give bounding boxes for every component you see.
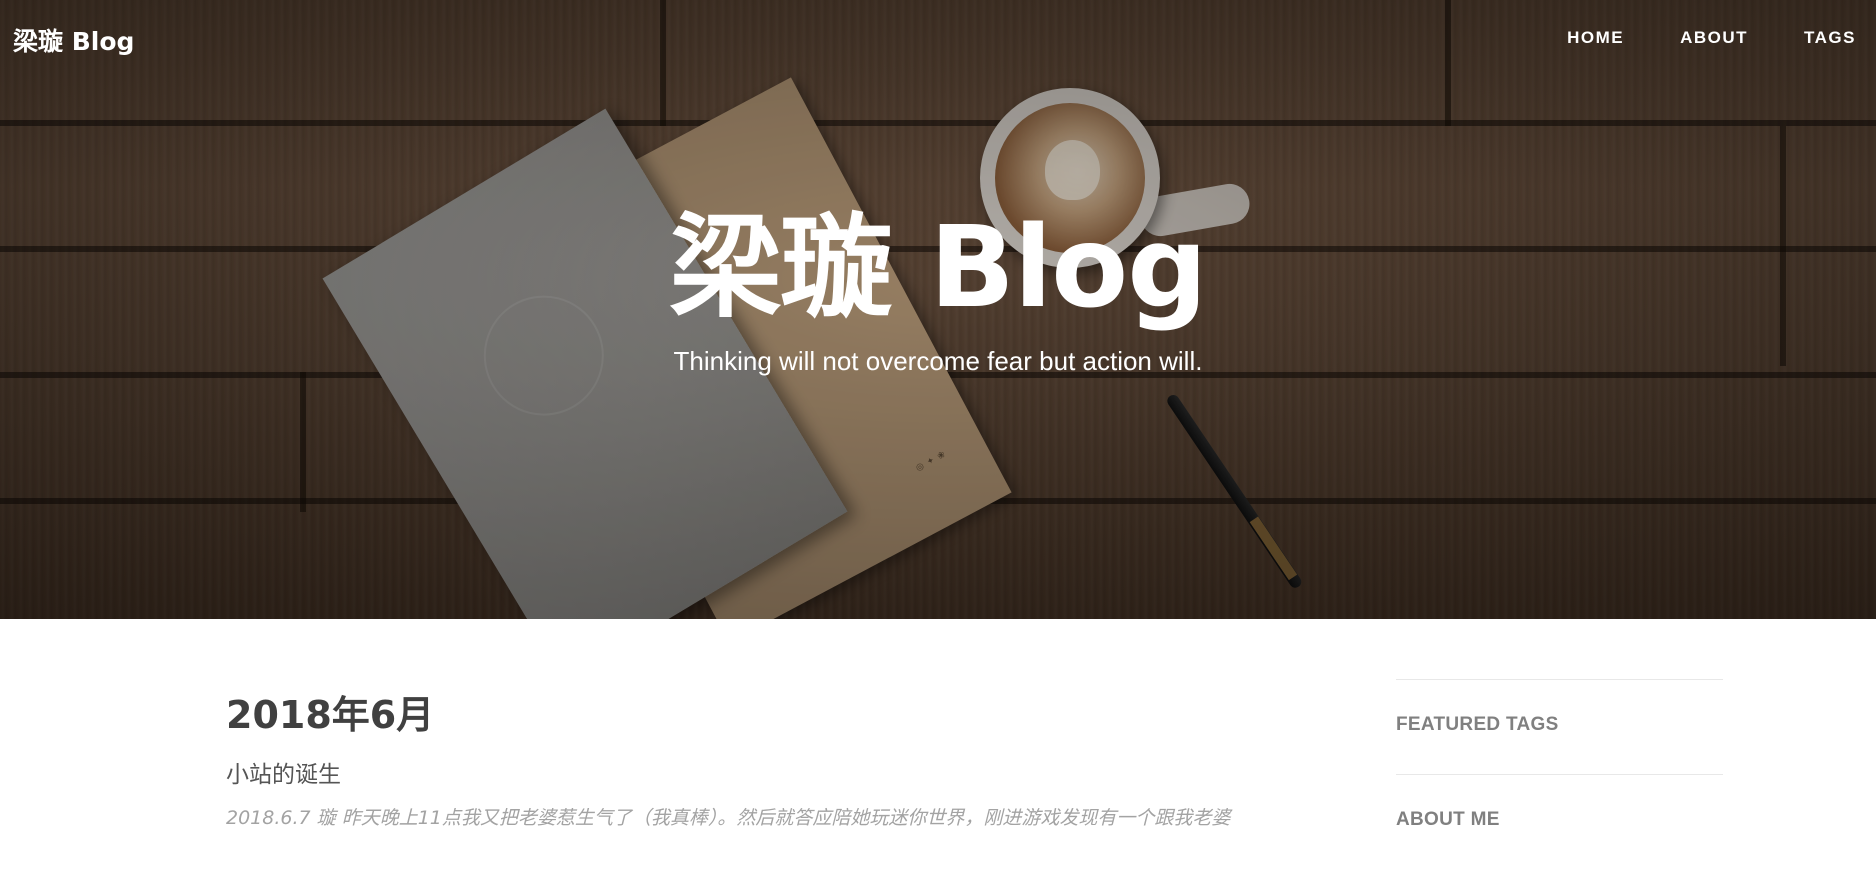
hero-header: ◎ ✦ ❀ 梁璇 Blog HOME ABOUT TAGS 梁璇 Blog Th…: [0, 0, 1876, 619]
main-nav: HOME ABOUT TAGS: [1511, 28, 1856, 48]
post-title[interactable]: 2018年6月: [226, 694, 1346, 737]
sidebar: FEATURED TAGS ABOUT ME: [1396, 679, 1723, 869]
site-heading: 梁璇 Blog Thinking will not overcome fear …: [0, 212, 1876, 377]
post-preview[interactable]: 2018年6月 小站的诞生 2018.6.7 璇 昨天晚上11点我又把老婆惹生气…: [226, 694, 1346, 830]
sidebar-divider: [1396, 679, 1723, 680]
nav-home-link[interactable]: HOME: [1567, 28, 1624, 48]
post-subtitle[interactable]: 小站的诞生: [226, 755, 1346, 789]
brand-link[interactable]: 梁璇 Blog: [13, 22, 134, 58]
featured-tags-heading: FEATURED TAGS: [1396, 714, 1559, 735]
nav-tags-link[interactable]: TAGS: [1804, 28, 1856, 48]
sidebar-divider: [1396, 774, 1723, 775]
main-content: 2018年6月 小站的诞生 2018.6.7 璇 昨天晚上11点我又把老婆惹生气…: [0, 619, 1876, 830]
site-subtitle: Thinking will not overcome fear but acti…: [673, 346, 1203, 376]
about-me-heading: ABOUT ME: [1396, 809, 1500, 830]
nav-about-link[interactable]: ABOUT: [1680, 28, 1748, 48]
site-title: 梁璇 Blog: [669, 203, 1208, 333]
